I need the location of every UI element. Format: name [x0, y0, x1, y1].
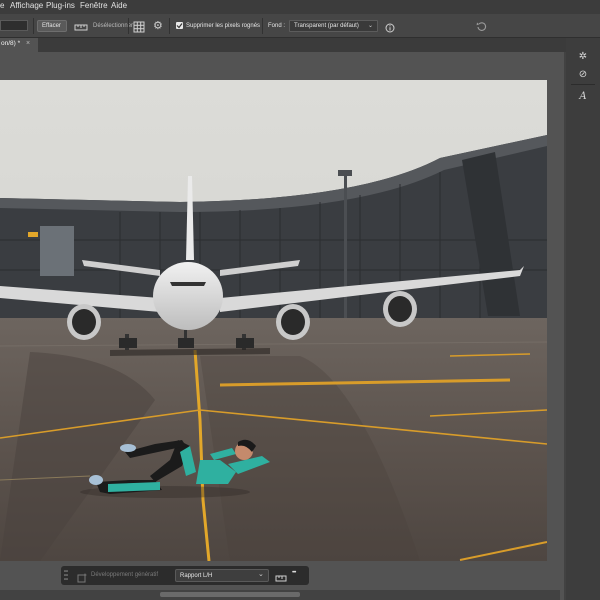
fill-select[interactable]: Transparent (par défaut) ⌄: [289, 20, 378, 32]
horizontal-scrollbar-thumb[interactable]: [160, 592, 300, 597]
ratio-select-value: Rapport L/H: [180, 572, 213, 579]
menu-bar: e Affichage Plug-ins Fenêtre Aide: [0, 0, 600, 14]
ratio-select[interactable]: Rapport L/H ⌄: [175, 569, 269, 582]
menu-view[interactable]: Affichage: [10, 1, 43, 10]
ratio-field[interactable]: [0, 20, 28, 31]
document-tab-bar: [0, 38, 566, 52]
brush-icon[interactable]: ⊘: [573, 66, 593, 84]
delete-cropped-label: Supprimer les pixels rognés: [186, 23, 261, 29]
menu-plugins[interactable]: Plug-ins: [46, 1, 75, 10]
canvas-image: [0, 80, 547, 561]
separator: [33, 18, 34, 34]
gear-icon[interactable]: ⚙: [153, 19, 163, 32]
document-tab[interactable]: on/8) * ×: [0, 38, 38, 52]
chevron-down-icon: ⌄: [368, 23, 374, 29]
menu-help[interactable]: Aide: [111, 1, 127, 10]
grid-icon[interactable]: [133, 20, 145, 38]
generative-expand-button[interactable]: Développement génératif: [91, 572, 158, 578]
clear-label: Effacer: [42, 22, 61, 29]
info-icon[interactable]: [385, 20, 395, 38]
chevron-down-icon: ⌄: [258, 571, 264, 578]
separator: [128, 18, 129, 34]
separator: [169, 18, 170, 34]
fill-label: Fond :: [268, 23, 286, 29]
menu-edit[interactable]: e: [0, 1, 4, 10]
delete-cropped-checkbox[interactable]: [176, 22, 183, 29]
fill-select-value: Transparent (par défaut): [294, 23, 359, 29]
generative-icon: [77, 570, 88, 588]
history-brush-icon[interactable]: ✲: [573, 48, 593, 66]
reset-icon[interactable]: [476, 19, 487, 37]
contextual-task-bar: Développement génératif Rapport L/H ⌄ ••…: [61, 566, 309, 585]
options-bar: Effacer Désélectionner ⚙ Supprimer les p…: [0, 14, 600, 38]
straighten-icon[interactable]: [74, 20, 88, 38]
clear-button[interactable]: Effacer: [37, 20, 67, 32]
separator: [262, 18, 263, 34]
more-icon[interactable]: •••: [292, 570, 296, 576]
right-panel-toolbar: ✲ ⊘ A: [566, 38, 600, 600]
close-icon[interactable]: ×: [26, 40, 30, 47]
swap-icon[interactable]: [275, 570, 287, 588]
separator: [571, 84, 595, 85]
document-tab-title: on/8) *: [1, 40, 21, 47]
menu-window[interactable]: Fenêtre: [80, 1, 108, 10]
character-icon[interactable]: A: [573, 88, 593, 106]
document-canvas[interactable]: [0, 80, 547, 561]
grip-icon[interactable]: [64, 569, 68, 587]
